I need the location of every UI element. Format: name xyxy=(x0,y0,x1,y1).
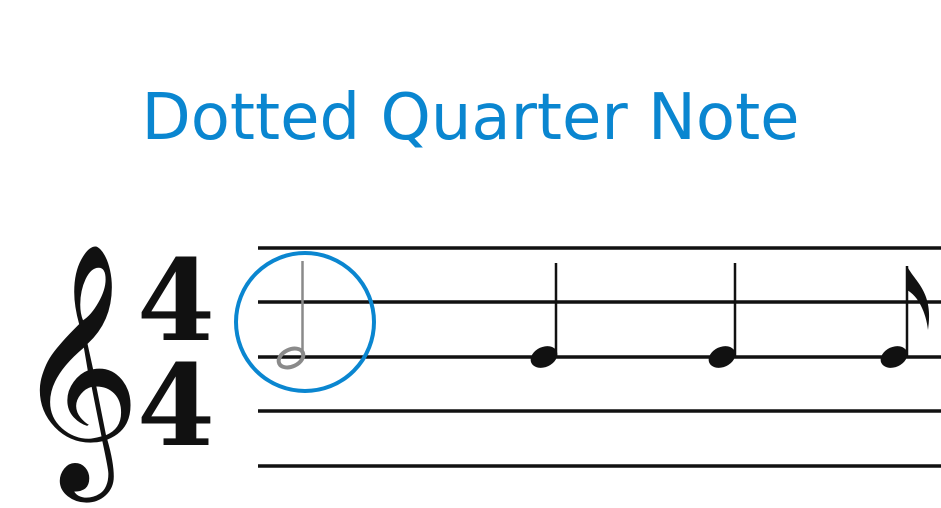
half-note-icon xyxy=(276,261,306,370)
eighth-note-flag xyxy=(907,266,930,330)
quarter-note-icon xyxy=(530,263,558,368)
music-staff: 𝄞 4 4 xyxy=(14,236,941,503)
time-signature-denominator: 4 xyxy=(137,341,215,472)
treble-clef-icon: 𝄞 xyxy=(14,240,141,503)
quarter-note-icon xyxy=(708,263,737,368)
highlight-circle xyxy=(234,251,376,393)
